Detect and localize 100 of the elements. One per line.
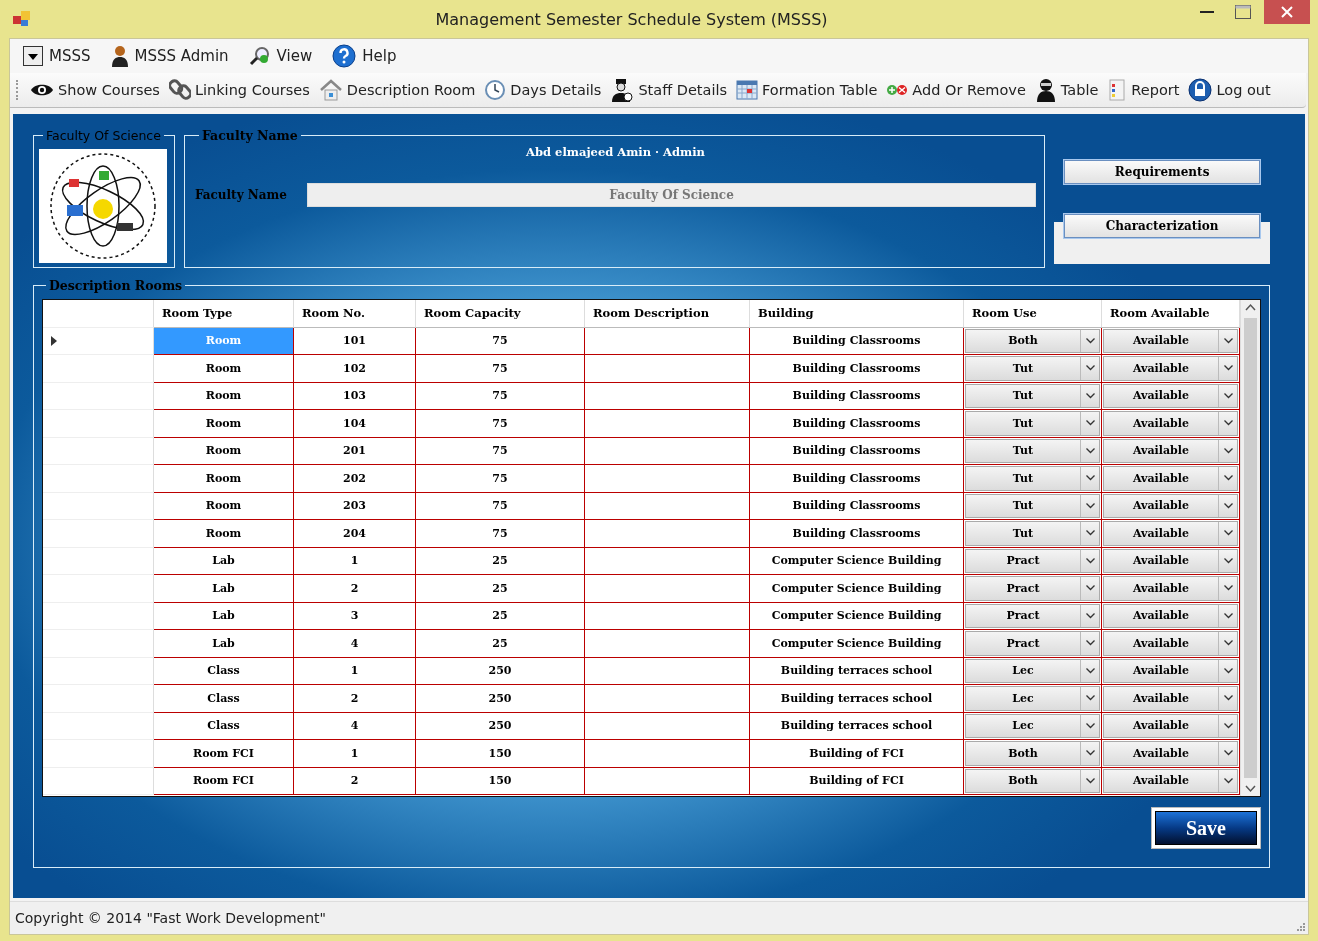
dropdown[interactable]: Available bbox=[1103, 548, 1238, 573]
toolbar-button[interactable]: Log out bbox=[1188, 78, 1271, 102]
dropdown[interactable]: Lec bbox=[965, 686, 1100, 711]
dropdown[interactable]: Available bbox=[1103, 328, 1238, 353]
dropdown[interactable]: Available bbox=[1103, 603, 1238, 628]
dropdown[interactable]: Available bbox=[1103, 686, 1238, 711]
row-header[interactable] bbox=[43, 657, 154, 685]
caret-icon bbox=[1085, 557, 1095, 564]
dropdown[interactable]: Both bbox=[965, 768, 1100, 793]
dropdown[interactable]: Tut bbox=[965, 493, 1100, 518]
scrollbar[interactable] bbox=[1240, 300, 1260, 796]
eye-icon bbox=[30, 82, 54, 98]
toolbar-button[interactable]: Linking Courses bbox=[168, 79, 310, 101]
dropdown[interactable]: Tut bbox=[965, 438, 1100, 463]
table-cell: 202 bbox=[294, 465, 416, 493]
dropdown[interactable]: Available bbox=[1103, 521, 1238, 546]
menu-item[interactable]: MSSS Admin bbox=[134, 47, 229, 65]
toolbar-button[interactable]: Table bbox=[1034, 78, 1099, 102]
dropdown[interactable]: Pract bbox=[965, 603, 1100, 628]
table-cell: Lab bbox=[154, 630, 294, 658]
row-header[interactable] bbox=[43, 520, 154, 548]
side-button[interactable]: Characterization bbox=[1064, 214, 1261, 238]
dropdown[interactable]: Available bbox=[1103, 768, 1238, 793]
row-header[interactable] bbox=[43, 437, 154, 465]
dropdown[interactable]: Lec bbox=[965, 713, 1100, 738]
table-cell: 250 bbox=[416, 657, 585, 685]
dropdown[interactable]: Tut bbox=[965, 411, 1100, 436]
clock-icon bbox=[484, 79, 507, 101]
save-button[interactable]: Save bbox=[1155, 811, 1257, 845]
row-header[interactable] bbox=[43, 382, 154, 410]
dropdown[interactable]: Pract bbox=[965, 548, 1100, 573]
toolbar-button[interactable]: Staff Details bbox=[610, 78, 728, 102]
toolbar-button[interactable]: Formation Table bbox=[736, 80, 878, 100]
table-cell: 203 bbox=[294, 492, 416, 520]
table-cell: Building Classrooms bbox=[750, 327, 964, 355]
dropdown[interactable]: Available bbox=[1103, 576, 1238, 601]
table-cell: 2 bbox=[294, 575, 416, 603]
table-cell: 75 bbox=[416, 410, 585, 438]
table-cell: Building terraces school bbox=[750, 657, 964, 685]
dropdown[interactable]: Available bbox=[1103, 713, 1238, 738]
dropdown[interactable]: Available bbox=[1103, 741, 1238, 766]
dropdown[interactable]: Pract bbox=[965, 576, 1100, 601]
toolbar-button[interactable]: Report bbox=[1107, 78, 1180, 102]
dropdown[interactable]: Available bbox=[1103, 493, 1238, 518]
row-header[interactable] bbox=[43, 712, 154, 740]
toolbar-button[interactable]: Description Room bbox=[318, 79, 476, 101]
table-cell: 1 bbox=[294, 740, 416, 768]
row-header[interactable] bbox=[43, 685, 154, 713]
dropdown[interactable]: Pract bbox=[965, 631, 1100, 656]
menu-item[interactable]: View bbox=[276, 47, 313, 65]
row-header[interactable] bbox=[43, 630, 154, 658]
column-header[interactable]: Room Description bbox=[585, 300, 750, 328]
table-cell: Building Classrooms bbox=[750, 355, 964, 383]
column-header[interactable]: Room No. bbox=[294, 300, 416, 328]
dropdown[interactable]: Tut bbox=[965, 466, 1100, 491]
row-header[interactable] bbox=[43, 602, 154, 630]
toolbar-button[interactable]: Show Courses bbox=[30, 82, 160, 98]
dropdown[interactable]: Tut bbox=[965, 356, 1100, 381]
column-header[interactable]: Room Capacity bbox=[416, 300, 585, 328]
dropdown[interactable]: Available bbox=[1103, 631, 1238, 656]
menu-item[interactable]: MSSS bbox=[49, 47, 91, 65]
table-cell: 1 bbox=[294, 657, 416, 685]
table-cell: 201 bbox=[294, 437, 416, 465]
row-header[interactable] bbox=[43, 355, 154, 383]
dropdown[interactable]: Available bbox=[1103, 438, 1238, 463]
row-header[interactable] bbox=[43, 767, 154, 795]
toolbar-button[interactable]: Days Details bbox=[484, 79, 602, 101]
row-header[interactable] bbox=[43, 492, 154, 520]
dropdown[interactable]: Lec bbox=[965, 658, 1100, 683]
dropdown[interactable]: Tut bbox=[965, 383, 1100, 408]
side-button[interactable]: Requirements bbox=[1064, 160, 1261, 184]
grid-corner-header[interactable] bbox=[43, 300, 154, 328]
dropdown-icon[interactable] bbox=[23, 46, 43, 66]
table-cell: Lab bbox=[154, 575, 294, 603]
column-header[interactable]: Building bbox=[750, 300, 964, 328]
close-button[interactable] bbox=[1264, 0, 1310, 24]
column-header[interactable]: Room Use bbox=[964, 300, 1102, 328]
group-title: Faculty Of Science bbox=[45, 128, 162, 143]
row-header[interactable] bbox=[43, 327, 154, 355]
dropdown[interactable]: Both bbox=[965, 741, 1100, 766]
column-header[interactable]: Room Available bbox=[1102, 300, 1240, 328]
dropdown[interactable]: Available bbox=[1103, 356, 1238, 381]
dropdown[interactable]: Available bbox=[1103, 466, 1238, 491]
faculty-name-field[interactable]: Faculty Of Science bbox=[306, 183, 1037, 207]
dropdown[interactable]: Available bbox=[1103, 658, 1238, 683]
dropdown[interactable]: Both bbox=[965, 328, 1100, 353]
dropdown[interactable]: Tut bbox=[965, 521, 1100, 546]
row-header[interactable] bbox=[43, 547, 154, 575]
toolbar-button[interactable]: Add Or Remove bbox=[886, 82, 1026, 98]
row-header[interactable] bbox=[43, 410, 154, 438]
dropdown[interactable]: Available bbox=[1103, 383, 1238, 408]
table-cell: 25 bbox=[416, 575, 585, 603]
column-header[interactable]: Room Type bbox=[154, 300, 294, 328]
table-cell: Class bbox=[154, 685, 294, 713]
menu-item[interactable]: Help bbox=[362, 47, 397, 65]
resize-grip-icon[interactable] bbox=[1296, 922, 1306, 932]
row-header[interactable] bbox=[43, 740, 154, 768]
row-header[interactable] bbox=[43, 575, 154, 603]
row-header[interactable] bbox=[43, 465, 154, 493]
dropdown[interactable]: Available bbox=[1103, 411, 1238, 436]
